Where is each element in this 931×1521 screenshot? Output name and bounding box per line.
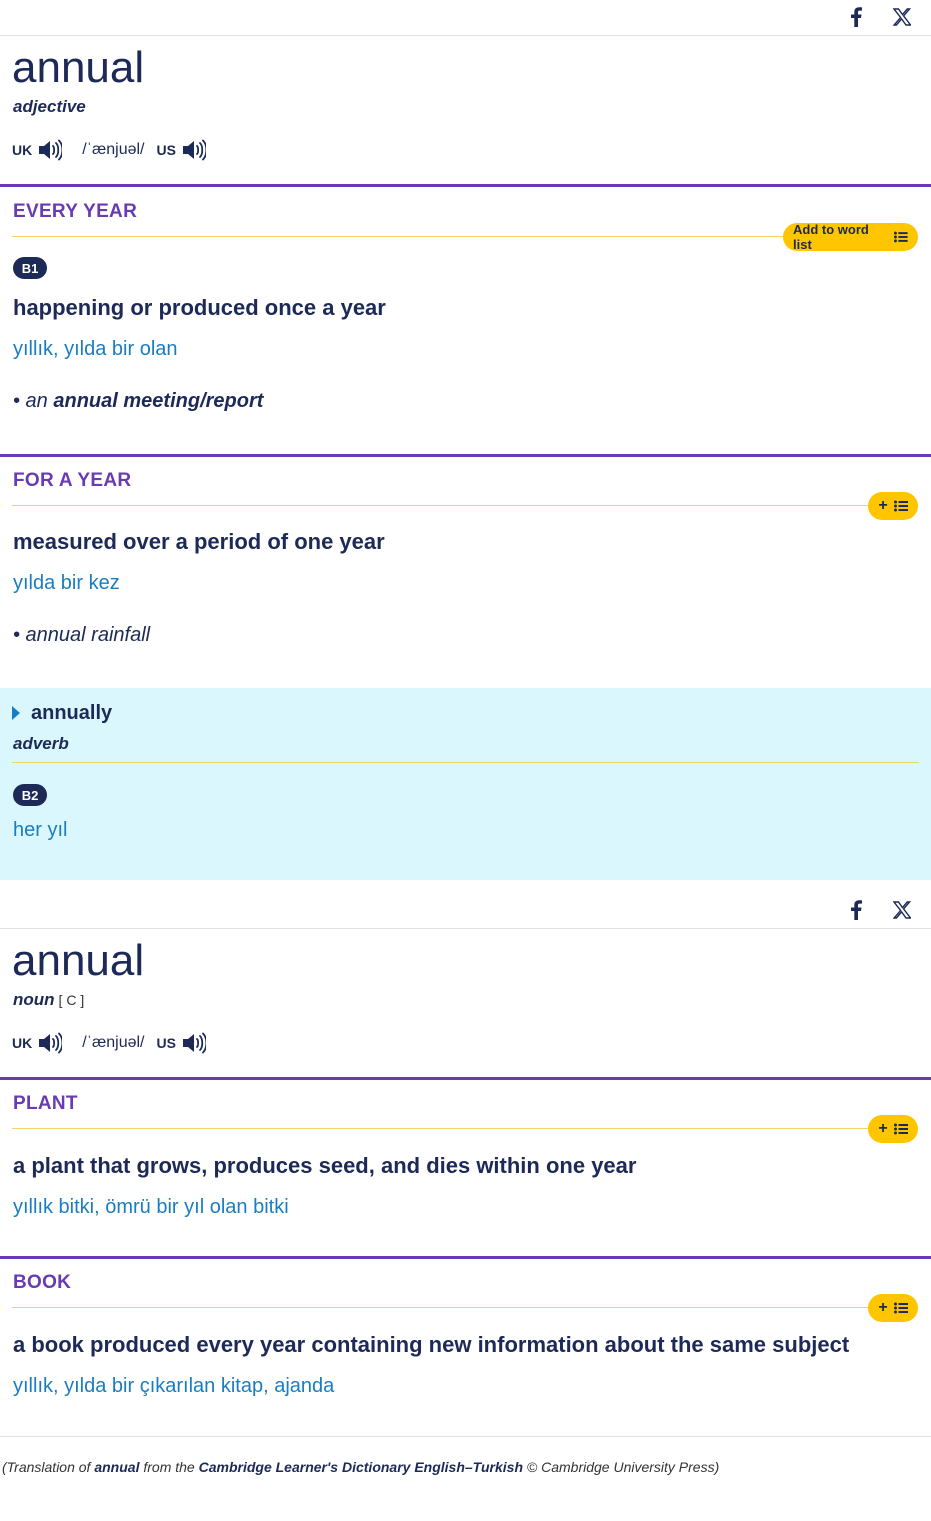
ipa-transcription: /ˈænjuəl/ bbox=[82, 141, 145, 158]
pronunciation-row: UK /ˈænjuəl/ US bbox=[12, 138, 208, 162]
runon-block: annually adverb B2 her yıl bbox=[0, 688, 931, 880]
guideword: BOOK bbox=[13, 1272, 72, 1293]
attribution-suffix: © Cambridge University Press) bbox=[523, 1459, 720, 1475]
level-badge: B2 bbox=[13, 784, 47, 806]
uk-label: UK bbox=[12, 1035, 33, 1051]
add-to-word-list-label: Add to word list bbox=[793, 222, 869, 252]
headword: annual bbox=[12, 936, 145, 985]
translation: yıllık, yılda bir olan bbox=[13, 338, 178, 360]
part-of-speech: adjective bbox=[13, 97, 86, 116]
us-audio-icon[interactable] bbox=[182, 139, 208, 161]
headword: annual bbox=[12, 43, 145, 92]
us-audio-icon[interactable] bbox=[182, 1032, 208, 1054]
example-sentence: • annual rainfall bbox=[13, 624, 151, 646]
add-to-word-list-button[interactable]: Add to word list bbox=[783, 222, 918, 252]
translation: yılda bir kez bbox=[13, 572, 120, 594]
sense-divider bbox=[0, 1077, 931, 1080]
translation: yıllık bitki, ömrü bir yıl olan bitki bbox=[13, 1196, 289, 1218]
attribution: (Translation of annual from the Cambridg… bbox=[2, 1459, 719, 1475]
attribution-word: annual bbox=[94, 1459, 140, 1475]
guideword-rule bbox=[12, 236, 792, 237]
attribution-prefix: (Translation of bbox=[2, 1459, 95, 1475]
add-to-word-list-button[interactable]: + bbox=[868, 492, 918, 520]
definition: happening or produced once a year bbox=[13, 295, 386, 320]
example-bold: annual meeting/report bbox=[53, 390, 264, 412]
facebook-share-icon[interactable] bbox=[846, 900, 866, 920]
attribution-middle: from the bbox=[139, 1459, 199, 1475]
list-icon bbox=[893, 1123, 908, 1135]
list-icon bbox=[893, 500, 908, 512]
runon-rule bbox=[12, 762, 919, 763]
runon-pos: adverb bbox=[13, 734, 69, 753]
list-icon bbox=[893, 1302, 908, 1314]
uk-audio-icon[interactable] bbox=[38, 1032, 64, 1054]
list-icon bbox=[894, 231, 908, 243]
guideword: FOR A YEAR bbox=[13, 470, 132, 491]
uk-audio-icon[interactable] bbox=[38, 139, 64, 161]
add-to-word-list-button[interactable]: + bbox=[868, 1294, 918, 1322]
translation: her yıl bbox=[13, 819, 68, 841]
part-of-speech-row: noun[ C ] bbox=[13, 990, 84, 1010]
facebook-share-icon[interactable] bbox=[846, 7, 866, 27]
guideword-rule bbox=[12, 505, 872, 506]
part-of-speech: noun bbox=[13, 990, 55, 1009]
guideword: EVERY YEAR bbox=[13, 201, 138, 222]
definition: measured over a period of one year bbox=[13, 529, 385, 554]
definition: a book produced every year containing ne… bbox=[13, 1332, 850, 1357]
sense-divider bbox=[0, 454, 931, 457]
triangle-right-icon[interactable] bbox=[12, 706, 21, 720]
guideword-rule bbox=[12, 1307, 872, 1308]
plus-label: + bbox=[878, 497, 888, 514]
example-sentence: • an annual meeting/report bbox=[13, 390, 263, 413]
header-divider bbox=[0, 35, 931, 36]
add-to-word-list-button[interactable]: + bbox=[868, 1115, 918, 1143]
us-label: US bbox=[156, 1035, 176, 1051]
guideword: PLANT bbox=[13, 1093, 78, 1114]
uk-label: UK bbox=[12, 142, 33, 158]
sense-divider bbox=[0, 184, 931, 187]
header-divider bbox=[0, 928, 931, 929]
sense-divider bbox=[0, 1256, 931, 1259]
plus-label: + bbox=[878, 1299, 888, 1316]
guideword-rule bbox=[12, 1128, 872, 1129]
runon-word: annually bbox=[31, 702, 113, 724]
ipa-transcription: /ˈænjuəl/ bbox=[82, 1034, 145, 1051]
definition: a plant that grows, produces seed, and d… bbox=[13, 1153, 637, 1178]
grammar-code: [ C ] bbox=[58, 992, 85, 1008]
pronunciation-row: UK /ˈænjuəl/ US bbox=[12, 1031, 208, 1055]
x-share-icon[interactable] bbox=[892, 900, 912, 920]
example-prefix: • an bbox=[13, 390, 54, 412]
plus-label: + bbox=[878, 1120, 888, 1137]
translation: yıllık, yılda bir çıkarılan kitap, ajand… bbox=[13, 1375, 335, 1397]
level-badge: B1 bbox=[13, 257, 47, 279]
us-label: US bbox=[156, 142, 176, 158]
x-share-icon[interactable] bbox=[892, 7, 912, 27]
attribution-source: Cambridge Learner's Dictionary English–T… bbox=[198, 1459, 523, 1475]
footer-divider bbox=[0, 1436, 931, 1437]
